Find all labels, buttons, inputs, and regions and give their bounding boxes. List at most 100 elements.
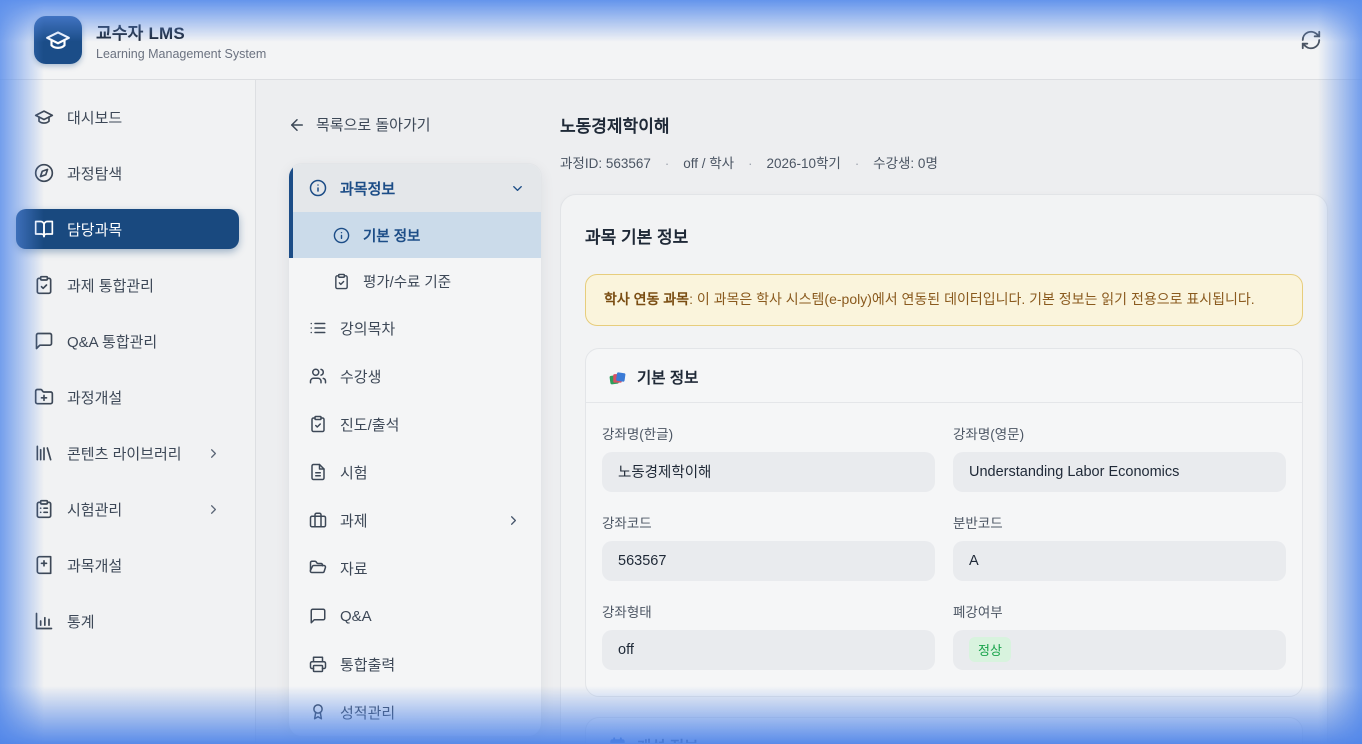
course-nav-item-basic-info[interactable]: 기본 정보 xyxy=(293,212,541,258)
sidebar-item-assignment-mgmt[interactable]: 과제 통합관리 xyxy=(16,265,239,305)
course-nav-item-print[interactable]: 통합출력 xyxy=(289,640,541,688)
field-course-code: 강좌코드 563567 xyxy=(602,512,935,581)
field-value: A xyxy=(953,541,1286,581)
course-nav-item-progress-attendance[interactable]: 진도/출석 xyxy=(289,400,541,448)
course-nav-label: 과제 xyxy=(340,510,493,531)
course-nav-label: 기본 정보 xyxy=(363,225,541,246)
compass-icon xyxy=(34,163,54,183)
course-nav-item-materials[interactable]: 자료 xyxy=(289,544,541,592)
course-nav-item-grades[interactable]: 성적관리 xyxy=(289,688,541,736)
course-nav-label: 과목정보 xyxy=(340,178,497,199)
sidebar-item-dashboard[interactable]: 대시보드 xyxy=(16,97,239,137)
course-nav-item-course-info[interactable]: 과목정보 xyxy=(293,164,541,212)
sidebar-item-exam-mgmt[interactable]: 시험관리 xyxy=(16,489,239,529)
sidebar-item-my-courses[interactable]: 담당과목 xyxy=(16,209,239,249)
course-info-group: 과목정보 기본 정보 xyxy=(289,164,541,258)
course-nav-label: 성적관리 xyxy=(340,702,521,723)
refresh-icon xyxy=(1300,29,1322,51)
sidebar-item-label: 과정탐색 xyxy=(67,163,221,184)
course-nav-item-students[interactable]: 수강생 xyxy=(289,352,541,400)
main-sidebar: 대시보드 과정탐색 담당과목 과제 통합관리 Q&A 통합관리 과정개설 콘텐츠… xyxy=(0,80,256,743)
course-basic-info-card: 과목 기본 정보 학사 연동 과목: 이 과목은 학사 시스템(e-poly)에… xyxy=(560,194,1328,743)
course-nav-item-exam[interactable]: 시험 xyxy=(289,448,541,496)
section-title: 과목 기본 정보 xyxy=(585,223,1303,248)
field-course-name-en: 강좌명(영문) Understanding Labor Economics xyxy=(953,423,1286,492)
course-nav-item-grading-criteria[interactable]: 평가/수료 기준 xyxy=(289,258,541,304)
sidebar-item-label: 과제 통합관리 xyxy=(67,275,221,296)
field-value: off xyxy=(602,630,935,670)
course-title: 노동경제학이해 xyxy=(560,112,1328,137)
book-open-icon xyxy=(34,219,54,239)
field-label: 강좌명(영문) xyxy=(953,423,1286,443)
main-content: 노동경제학이해 과정ID: 563567 off / 학사 2026-10학기 … xyxy=(560,80,1362,743)
clipboard-check-icon xyxy=(34,275,54,295)
basic-info-fields: 강좌명(한글) 노동경제학이해 강좌명(영문) Understanding La… xyxy=(586,403,1302,696)
course-nav-item-assignment[interactable]: 과제 xyxy=(289,496,541,544)
basic-info-title: 기본 정보 xyxy=(637,366,698,388)
brand-text: 교수자 LMS Learning Management System xyxy=(96,19,266,61)
bar-chart-icon xyxy=(34,611,54,631)
meta-students: 수강생: 0명 xyxy=(841,152,938,172)
field-section-code: 분반코드 A xyxy=(953,512,1286,581)
field-course-format: 강좌형태 off xyxy=(602,601,935,670)
open-info-subcard: 개설 정보 xyxy=(585,717,1303,743)
course-nav-label: 통합출력 xyxy=(340,654,521,675)
basic-info-subcard: 기본 정보 강좌명(한글) 노동경제학이해 강좌명(영문) Understand… xyxy=(585,348,1303,697)
sidebar-item-statistics[interactable]: 통계 xyxy=(16,601,239,641)
sidebar-item-qna-mgmt[interactable]: Q&A 통합관리 xyxy=(16,321,239,361)
course-nav-label: 수강생 xyxy=(340,366,521,387)
field-cancellation-status: 폐강여부 정상 xyxy=(953,601,1286,670)
course-nav-card: 과목정보 기본 정보 평가/수료 기준 강의목차 수강생 xyxy=(288,163,542,737)
refresh-button[interactable] xyxy=(1294,23,1328,57)
app-brand: 교수자 LMS Learning Management System xyxy=(34,16,266,64)
field-label: 분반코드 xyxy=(953,512,1286,532)
arrow-left-icon xyxy=(288,116,306,134)
notice-label: 학사 연동 과목 xyxy=(604,291,689,307)
meta-course-id: 과정ID: 563567 xyxy=(560,152,651,172)
chevron-down-icon xyxy=(510,181,525,196)
notice-text: : 이 과목은 학사 시스템(e-poly)에서 연동된 데이터입니다. 기본 … xyxy=(689,291,1255,307)
app-logo xyxy=(34,16,82,64)
field-value: 노동경제학이해 xyxy=(602,452,935,492)
basic-info-header: 기본 정보 xyxy=(586,349,1302,403)
sidebar-item-label: 대시보드 xyxy=(67,107,221,128)
meta-term: 2026-10학기 xyxy=(734,152,841,172)
chat-bubble-icon xyxy=(34,331,54,351)
briefcase-icon xyxy=(309,511,327,529)
status-badge: 정상 xyxy=(969,637,1011,662)
folder-plus-icon xyxy=(34,387,54,407)
course-nav-item-qna[interactable]: Q&A xyxy=(289,592,541,640)
open-info-title: 개설 정보 xyxy=(637,735,698,743)
chevron-right-icon xyxy=(206,446,221,461)
course-nav-item-syllabus[interactable]: 강의목차 xyxy=(289,304,541,352)
sidebar-item-label: 시험관리 xyxy=(67,499,193,520)
books-icon xyxy=(608,367,627,386)
sidebar-item-subject-create[interactable]: 과목개설 xyxy=(16,545,239,585)
field-value: Understanding Labor Economics xyxy=(953,452,1286,492)
course-nav-label: 평가/수료 기준 xyxy=(363,271,541,292)
calendar-icon xyxy=(608,736,627,743)
academic-sync-notice: 학사 연동 과목: 이 과목은 학사 시스템(e-poly)에서 연동된 데이터… xyxy=(585,274,1303,326)
field-label: 강좌명(한글) xyxy=(602,423,935,443)
field-course-name-ko: 강좌명(한글) 노동경제학이해 xyxy=(602,423,935,492)
field-label: 강좌형태 xyxy=(602,601,935,621)
chevron-right-icon xyxy=(206,502,221,517)
sidebar-item-course-explore[interactable]: 과정탐색 xyxy=(16,153,239,193)
sidebar-item-label: 과정개설 xyxy=(67,387,221,408)
sidebar-item-label: 담당과목 xyxy=(67,219,221,240)
back-to-list-link[interactable]: 목록으로 돌아가기 xyxy=(288,114,542,135)
field-label: 폐강여부 xyxy=(953,601,1286,621)
graduation-cap-icon xyxy=(34,107,54,127)
sidebar-item-label: Q&A 통합관리 xyxy=(67,331,221,352)
folder-open-icon xyxy=(309,559,327,577)
sidebar-item-course-create[interactable]: 과정개설 xyxy=(16,377,239,417)
printer-icon xyxy=(309,655,327,673)
chevron-right-icon xyxy=(506,513,521,528)
course-meta: 과정ID: 563567 off / 학사 2026-10학기 수강생: 0명 xyxy=(560,152,1328,172)
chat-bubble-icon xyxy=(309,607,327,625)
sidebar-item-content-library[interactable]: 콘텐츠 라이브러리 xyxy=(16,433,239,473)
sidebar-item-label: 통계 xyxy=(67,611,221,632)
course-nav-label: 시험 xyxy=(340,462,521,483)
file-text-icon xyxy=(309,463,327,481)
course-nav-label: 강의목차 xyxy=(340,318,521,339)
